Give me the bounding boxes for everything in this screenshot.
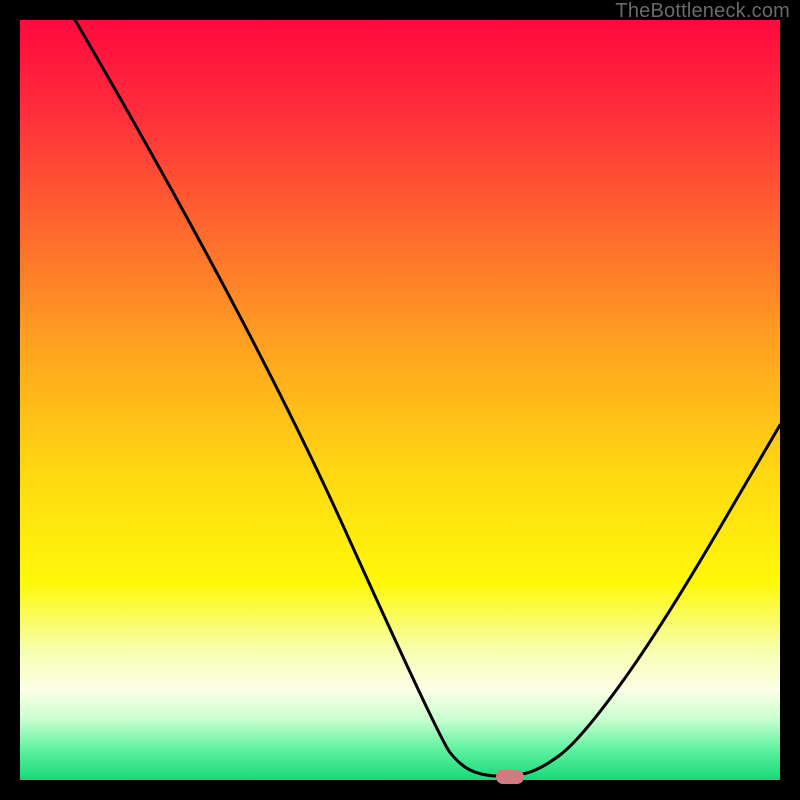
- chart-background-gradient: [20, 20, 780, 780]
- chart-frame: [20, 20, 780, 780]
- bottleneck-marker: [496, 770, 524, 784]
